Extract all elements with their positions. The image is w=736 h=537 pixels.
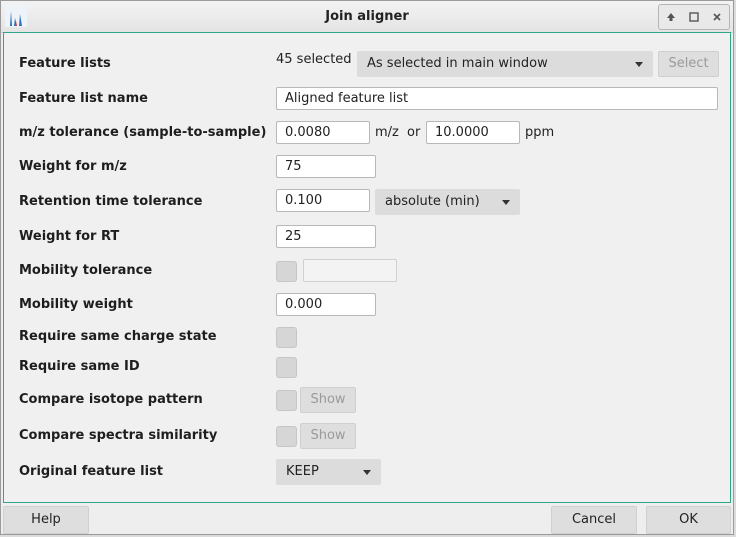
require-id-label: Require same ID xyxy=(19,359,140,374)
weight-mz-input[interactable]: 75 xyxy=(276,155,376,178)
require-id-checkbox[interactable] xyxy=(276,357,297,378)
window-controls xyxy=(658,4,730,30)
feature-lists-label: Feature lists xyxy=(19,56,111,71)
original-feature-list-value: KEEP xyxy=(286,464,319,479)
title-bar[interactable]: Join aligner xyxy=(1,1,733,33)
chevron-down-icon xyxy=(502,200,510,205)
feature-lists-count: 45 selected xyxy=(276,52,352,67)
parameters-panel: Feature lists 45 selected As selected in… xyxy=(3,32,731,503)
rt-unit-value: absolute (min) xyxy=(385,194,480,209)
cancel-button[interactable]: Cancel xyxy=(551,506,637,534)
close-icon[interactable] xyxy=(708,8,726,26)
rt-tolerance-input[interactable]: 0.100 xyxy=(276,189,370,212)
weight-mz-label: Weight for m/z xyxy=(19,159,127,174)
compare-isotope-label: Compare isotope pattern xyxy=(19,392,203,407)
mz-tolerance-input[interactable]: 0.0080 xyxy=(276,121,370,144)
rt-unit-dropdown[interactable]: absolute (min) xyxy=(375,189,520,215)
mz-unit-label: m/z xyxy=(375,125,399,140)
feature-lists-mode-dropdown[interactable]: As selected in main window xyxy=(357,51,653,77)
compare-isotope-checkbox[interactable] xyxy=(276,390,297,411)
feature-list-name-input[interactable]: Aligned feature list xyxy=(276,87,718,110)
join-aligner-dialog: Join aligner Feature lists 45 selected A… xyxy=(0,0,734,535)
mobility-tolerance-input[interactable] xyxy=(303,259,397,282)
compare-spectra-label: Compare spectra similarity xyxy=(19,428,218,443)
up-arrow-icon[interactable] xyxy=(662,8,680,26)
original-feature-list-dropdown[interactable]: KEEP xyxy=(276,459,381,485)
feature-list-name-label: Feature list name xyxy=(19,91,148,106)
ppm-unit-label: ppm xyxy=(525,125,555,140)
ppm-tolerance-input[interactable]: 10.0000 xyxy=(426,121,520,144)
chevron-down-icon xyxy=(635,62,643,67)
require-charge-checkbox[interactable] xyxy=(276,327,297,348)
help-button[interactable]: Help xyxy=(3,506,89,534)
require-charge-label: Require same charge state xyxy=(19,329,217,344)
compare-spectra-checkbox[interactable] xyxy=(276,426,297,447)
chevron-down-icon xyxy=(363,470,371,475)
rt-tolerance-label: Retention time tolerance xyxy=(19,194,203,209)
dialog-title: Join aligner xyxy=(325,9,409,24)
mobility-weight-input[interactable]: 0.000 xyxy=(276,293,376,316)
ok-button[interactable]: OK xyxy=(646,506,731,534)
select-button[interactable]: Select xyxy=(658,51,719,77)
mz-tolerance-label: m/z tolerance (sample-to-sample) xyxy=(19,125,267,140)
spectra-show-button[interactable]: Show xyxy=(300,423,356,449)
or-label: or xyxy=(407,125,421,140)
mobility-tolerance-label: Mobility tolerance xyxy=(19,263,153,278)
maximize-icon[interactable] xyxy=(685,8,703,26)
mobility-tolerance-checkbox[interactable] xyxy=(276,261,297,282)
mobility-weight-label: Mobility weight xyxy=(19,297,133,312)
isotope-show-button[interactable]: Show xyxy=(300,387,356,413)
original-feature-list-label: Original feature list xyxy=(19,464,164,479)
weight-rt-label: Weight for RT xyxy=(19,229,120,244)
feature-lists-mode-value: As selected in main window xyxy=(367,56,548,71)
weight-rt-input[interactable]: 25 xyxy=(276,225,376,248)
